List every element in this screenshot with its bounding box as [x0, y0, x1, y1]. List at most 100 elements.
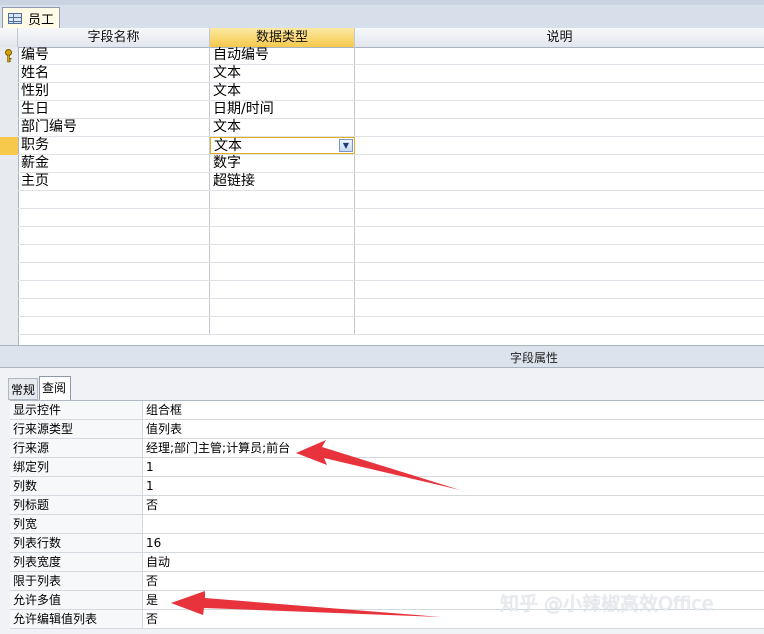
- property-row[interactable]: 列宽: [10, 515, 764, 534]
- property-row[interactable]: 列表宽度 自动: [10, 553, 764, 572]
- header-field-name[interactable]: 字段名称: [18, 28, 210, 47]
- property-row[interactable]: 列表行数 16: [10, 534, 764, 553]
- row-selector[interactable]: [0, 191, 18, 209]
- grid-row-empty[interactable]: [18, 209, 764, 227]
- row-selector[interactable]: [0, 101, 18, 119]
- chevron-down-icon[interactable]: ▼: [339, 139, 353, 152]
- data-type-cell[interactable]: 文本: [210, 83, 355, 100]
- property-row[interactable]: 行来源 经理;部门主管;计算员;前台: [10, 439, 764, 458]
- grid-row-field[interactable]: 生日 日期/时间: [18, 101, 764, 119]
- data-type-cell[interactable]: [210, 245, 355, 262]
- header-data-type[interactable]: 数据类型: [210, 28, 355, 47]
- description-cell[interactable]: [355, 47, 764, 64]
- description-cell[interactable]: [355, 137, 764, 154]
- description-cell[interactable]: [355, 191, 764, 208]
- field-name-cell[interactable]: 生日: [18, 101, 210, 118]
- grid-row-field[interactable]: 主页 超链接: [18, 173, 764, 191]
- row-selector[interactable]: [0, 227, 18, 245]
- field-name-cell[interactable]: [18, 227, 210, 244]
- property-row[interactable]: 行来源类型 值列表: [10, 420, 764, 439]
- property-row[interactable]: 显示控件 组合框: [10, 401, 764, 420]
- data-type-cell[interactable]: [210, 317, 355, 334]
- description-cell[interactable]: [355, 209, 764, 226]
- row-selector[interactable]: [0, 173, 18, 191]
- data-type-cell[interactable]: 文本: [210, 119, 355, 136]
- property-value[interactable]: 1: [143, 477, 764, 495]
- grid-row-field[interactable]: 职务 文本 ▼: [18, 137, 764, 155]
- row-selector[interactable]: [0, 245, 18, 263]
- data-type-cell[interactable]: [210, 227, 355, 244]
- field-name-cell[interactable]: 编号: [18, 47, 210, 64]
- data-type-combobox[interactable]: 文本 ▼: [210, 137, 355, 154]
- data-type-cell[interactable]: [210, 263, 355, 280]
- row-selector[interactable]: [0, 137, 18, 155]
- grid-row-empty[interactable]: [18, 317, 764, 335]
- grid-row-empty[interactable]: [18, 191, 764, 209]
- description-cell[interactable]: [355, 245, 764, 262]
- row-selector[interactable]: [0, 317, 18, 335]
- property-value[interactable]: 16: [143, 534, 764, 552]
- row-selector[interactable]: [0, 65, 18, 83]
- field-name-cell[interactable]: 部门编号: [18, 119, 210, 136]
- grid-row-empty[interactable]: [18, 227, 764, 245]
- field-name-cell[interactable]: [18, 317, 210, 334]
- data-type-cell[interactable]: 日期/时间: [210, 101, 355, 118]
- description-cell[interactable]: [355, 227, 764, 244]
- property-value[interactable]: [143, 515, 764, 533]
- property-value[interactable]: 组合框: [143, 401, 764, 419]
- field-name-cell[interactable]: 薪金: [18, 155, 210, 172]
- row-selector[interactable]: [0, 281, 18, 299]
- property-value[interactable]: 1: [143, 458, 764, 476]
- header-description[interactable]: 说明: [355, 28, 764, 47]
- description-cell[interactable]: [355, 83, 764, 100]
- grid-row-empty[interactable]: [18, 281, 764, 299]
- row-selector-header[interactable]: [0, 28, 18, 47]
- field-name-cell[interactable]: 职务: [18, 137, 210, 154]
- row-selector[interactable]: [0, 299, 18, 317]
- row-selector[interactable]: [0, 47, 18, 65]
- grid-row-empty[interactable]: [18, 263, 764, 281]
- property-value[interactable]: 值列表: [143, 420, 764, 438]
- field-name-cell[interactable]: 性别: [18, 83, 210, 100]
- grid-row-empty[interactable]: [18, 245, 764, 263]
- row-selector[interactable]: [0, 83, 18, 101]
- data-type-cell[interactable]: [210, 209, 355, 226]
- grid-row-empty[interactable]: [18, 299, 764, 317]
- grid-row-field[interactable]: 姓名 文本: [18, 65, 764, 83]
- data-type-cell[interactable]: 自动编号: [210, 47, 355, 64]
- property-row[interactable]: 列数 1: [10, 477, 764, 496]
- description-cell[interactable]: [355, 101, 764, 118]
- data-type-cell[interactable]: [210, 299, 355, 316]
- property-row[interactable]: 列标题否: [10, 496, 764, 515]
- data-type-cell[interactable]: [210, 191, 355, 208]
- property-value[interactable]: 经理;部门主管;计算员;前台: [143, 439, 764, 457]
- row-selector[interactable]: [0, 119, 18, 137]
- row-selector[interactable]: [0, 209, 18, 227]
- field-name-cell[interactable]: [18, 281, 210, 298]
- description-cell[interactable]: [355, 299, 764, 316]
- field-name-cell[interactable]: 姓名: [18, 65, 210, 82]
- description-cell[interactable]: [355, 155, 764, 172]
- grid-row-field[interactable]: 性别 文本: [18, 83, 764, 101]
- description-cell[interactable]: [355, 173, 764, 190]
- description-cell[interactable]: [355, 281, 764, 298]
- description-cell[interactable]: [355, 65, 764, 82]
- property-value[interactable]: 自动: [143, 553, 764, 571]
- data-type-cell[interactable]: 文本: [210, 65, 355, 82]
- property-value[interactable]: 否: [143, 496, 764, 514]
- property-value[interactable]: 否: [143, 572, 764, 590]
- field-name-cell[interactable]: [18, 209, 210, 226]
- field-name-cell[interactable]: [18, 299, 210, 316]
- data-type-cell[interactable]: 超链接: [210, 173, 355, 190]
- row-selector[interactable]: [0, 155, 18, 173]
- field-name-cell[interactable]: 主页: [18, 173, 210, 190]
- field-name-cell[interactable]: [18, 191, 210, 208]
- description-cell[interactable]: [355, 263, 764, 280]
- grid-row-field[interactable]: 薪金 数字: [18, 155, 764, 173]
- field-name-cell[interactable]: [18, 245, 210, 262]
- field-name-cell[interactable]: [18, 263, 210, 280]
- row-selector[interactable]: [0, 263, 18, 281]
- data-type-cell[interactable]: [210, 281, 355, 298]
- tab-general[interactable]: 常规: [8, 378, 38, 400]
- description-cell[interactable]: [355, 119, 764, 136]
